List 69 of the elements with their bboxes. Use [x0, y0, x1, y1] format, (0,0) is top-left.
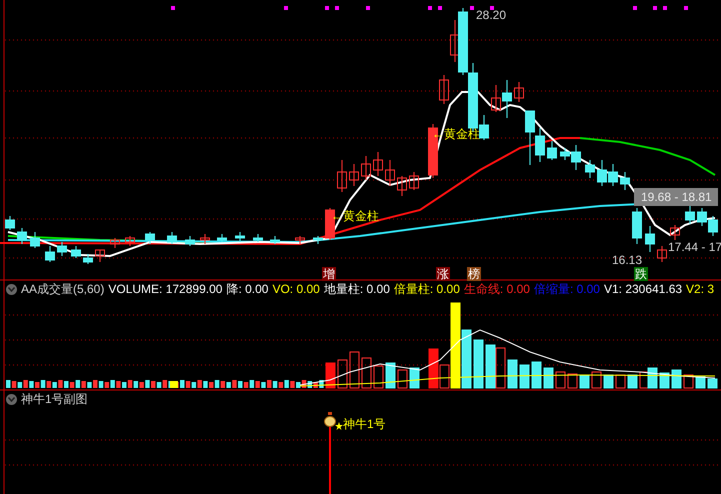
candlestick: [5, 216, 15, 230]
candlestick: [685, 206, 695, 224]
signal-tag: 跌: [634, 267, 648, 281]
panel-title: AA成交量(5,60): [21, 283, 104, 295]
candlestick: [235, 232, 245, 242]
candlestick: [491, 84, 501, 112]
candlestick: [514, 82, 524, 102]
indicator-reading: V1: 230641.63: [604, 283, 682, 295]
candlestick: [585, 160, 595, 178]
candlestick: [110, 238, 120, 248]
star-icon: [335, 422, 343, 430]
candlestick: [697, 208, 707, 226]
signal-label: 神牛1号: [343, 418, 386, 430]
candlestick: [337, 160, 347, 192]
indicator-reading: 倍量柱: 0.00: [394, 283, 460, 295]
price-label: 28.20: [476, 9, 506, 21]
indicator-reading: 生命线: 0.00: [464, 283, 530, 295]
candlestick: [361, 156, 371, 180]
candlestick: [125, 236, 135, 246]
candlestick: [385, 160, 395, 186]
candlestick: [657, 246, 667, 262]
money-bag-icon: [324, 412, 336, 427]
candlestick: [670, 224, 680, 240]
candlestick: [167, 232, 177, 244]
indicator-reading: VOLUME: 172899.00: [108, 283, 222, 295]
candlestick: [83, 254, 93, 264]
candlestick: [253, 234, 263, 242]
signal-tag: 涨: [436, 267, 450, 281]
candlestick: [409, 172, 419, 190]
candlestick: [620, 172, 630, 190]
candlestick: [185, 236, 195, 246]
signal-line: [329, 425, 331, 494]
panel-title: 神牛1号副图: [21, 393, 88, 405]
collapse-icon[interactable]: [6, 284, 17, 294]
candlestick: [349, 164, 359, 186]
candlestick: [30, 232, 40, 248]
candlestick: [397, 176, 407, 196]
indicator-reading: 降: 0.00: [226, 283, 268, 295]
indicator-reading: VO: 0.00: [272, 283, 320, 295]
price-label: 17.44 - 17: [668, 241, 721, 253]
indicator-reading: 倍缩量: 0.00: [534, 283, 600, 295]
candlestick: [547, 140, 557, 160]
candlestick: [439, 74, 449, 104]
candlestick: [17, 228, 27, 244]
price-range-label: 19.68 - 18.81: [634, 188, 718, 206]
candlestick: [608, 164, 618, 186]
signal-tag: 榜: [467, 267, 481, 281]
indicator-reading: V2: 3: [686, 283, 714, 295]
candlestick: [145, 232, 155, 244]
candlestick: [708, 216, 718, 236]
candlestick: [295, 236, 305, 244]
candlestick: [200, 234, 210, 244]
candlestick: [325, 208, 335, 240]
candlestick: [502, 80, 512, 118]
signal-tag: 增: [322, 267, 336, 281]
collapse-icon[interactable]: [6, 394, 17, 404]
candlestick: [597, 160, 607, 186]
candlestick: [57, 242, 67, 256]
candlestick: [373, 152, 383, 176]
candlestick: [632, 208, 642, 244]
candlestick: [270, 236, 280, 244]
candlestick: [645, 226, 655, 252]
candlestick: [71, 246, 81, 258]
candlestick: [45, 246, 55, 262]
candlestick: [313, 236, 323, 244]
candlestick: [217, 234, 227, 242]
candlestick: [95, 250, 105, 262]
price-label: 16.13: [612, 254, 642, 266]
indicator-reading: 地量柱: 0.00: [324, 283, 390, 295]
